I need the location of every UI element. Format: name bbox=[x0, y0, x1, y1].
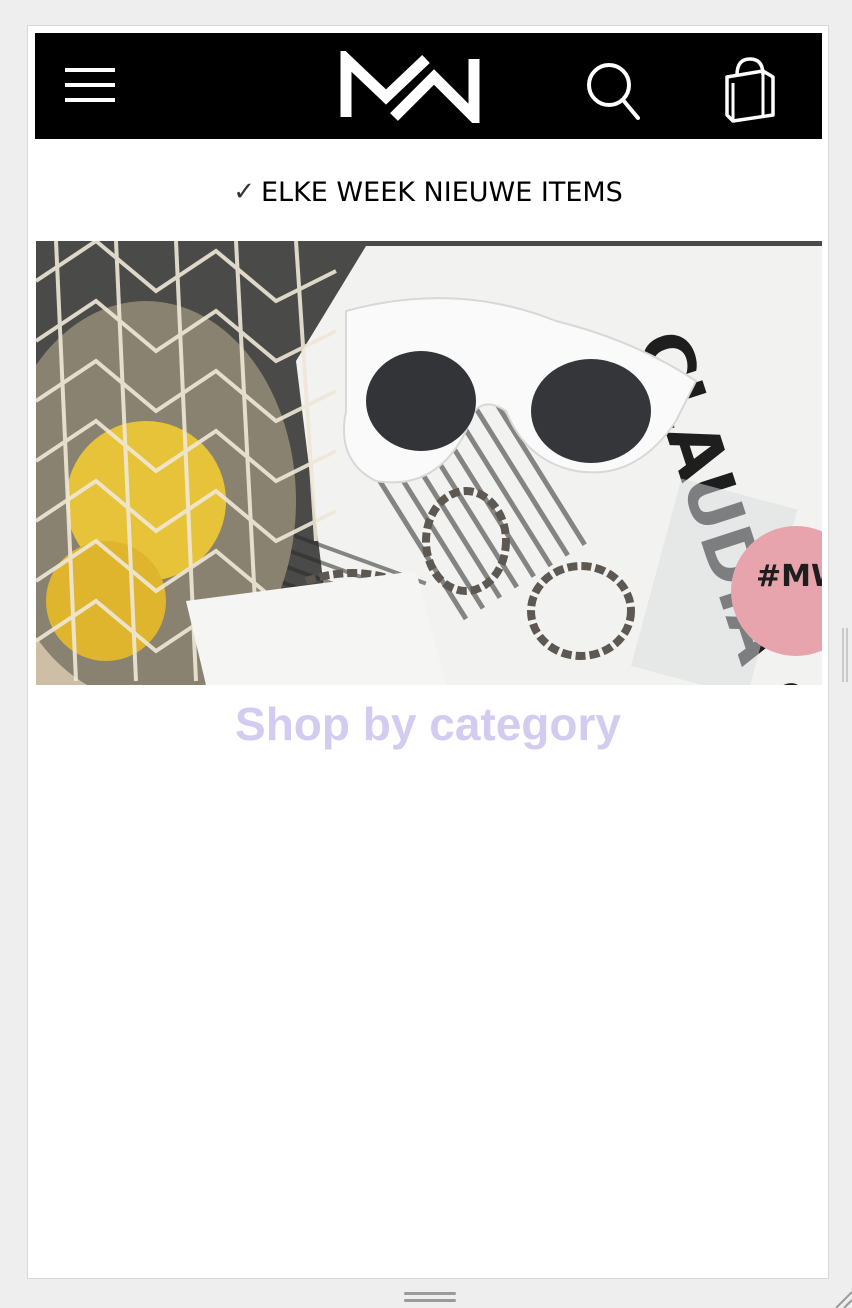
site-header bbox=[35, 33, 822, 139]
announcement-bar: ✓ ELKE WEEK NIEUWE ITEMS bbox=[28, 172, 828, 212]
shop-by-category-title: Shop by category bbox=[235, 698, 621, 750]
search-icon[interactable] bbox=[585, 61, 641, 121]
shopping-bag-icon[interactable] bbox=[723, 55, 777, 123]
hamburger-menu-icon[interactable] bbox=[65, 66, 115, 106]
resize-grip-icon[interactable] bbox=[832, 1288, 852, 1308]
drag-handle-icon[interactable] bbox=[404, 1292, 456, 1304]
announcement-text: ELKE WEEK NIEUWE ITEMS bbox=[260, 176, 623, 208]
brand-logo[interactable] bbox=[340, 51, 480, 123]
page-viewport: ✓ ELKE WEEK NIEUWE ITEMS #M Shop by cate… bbox=[27, 25, 829, 1279]
checkmark-icon: ✓ bbox=[233, 177, 255, 207]
sticker-text: #MW bbox=[756, 559, 822, 594]
scrollbar-thumb[interactable] bbox=[842, 628, 848, 682]
hero-image[interactable]: CLAUDIA SCHIFFER bbox=[36, 241, 822, 685]
